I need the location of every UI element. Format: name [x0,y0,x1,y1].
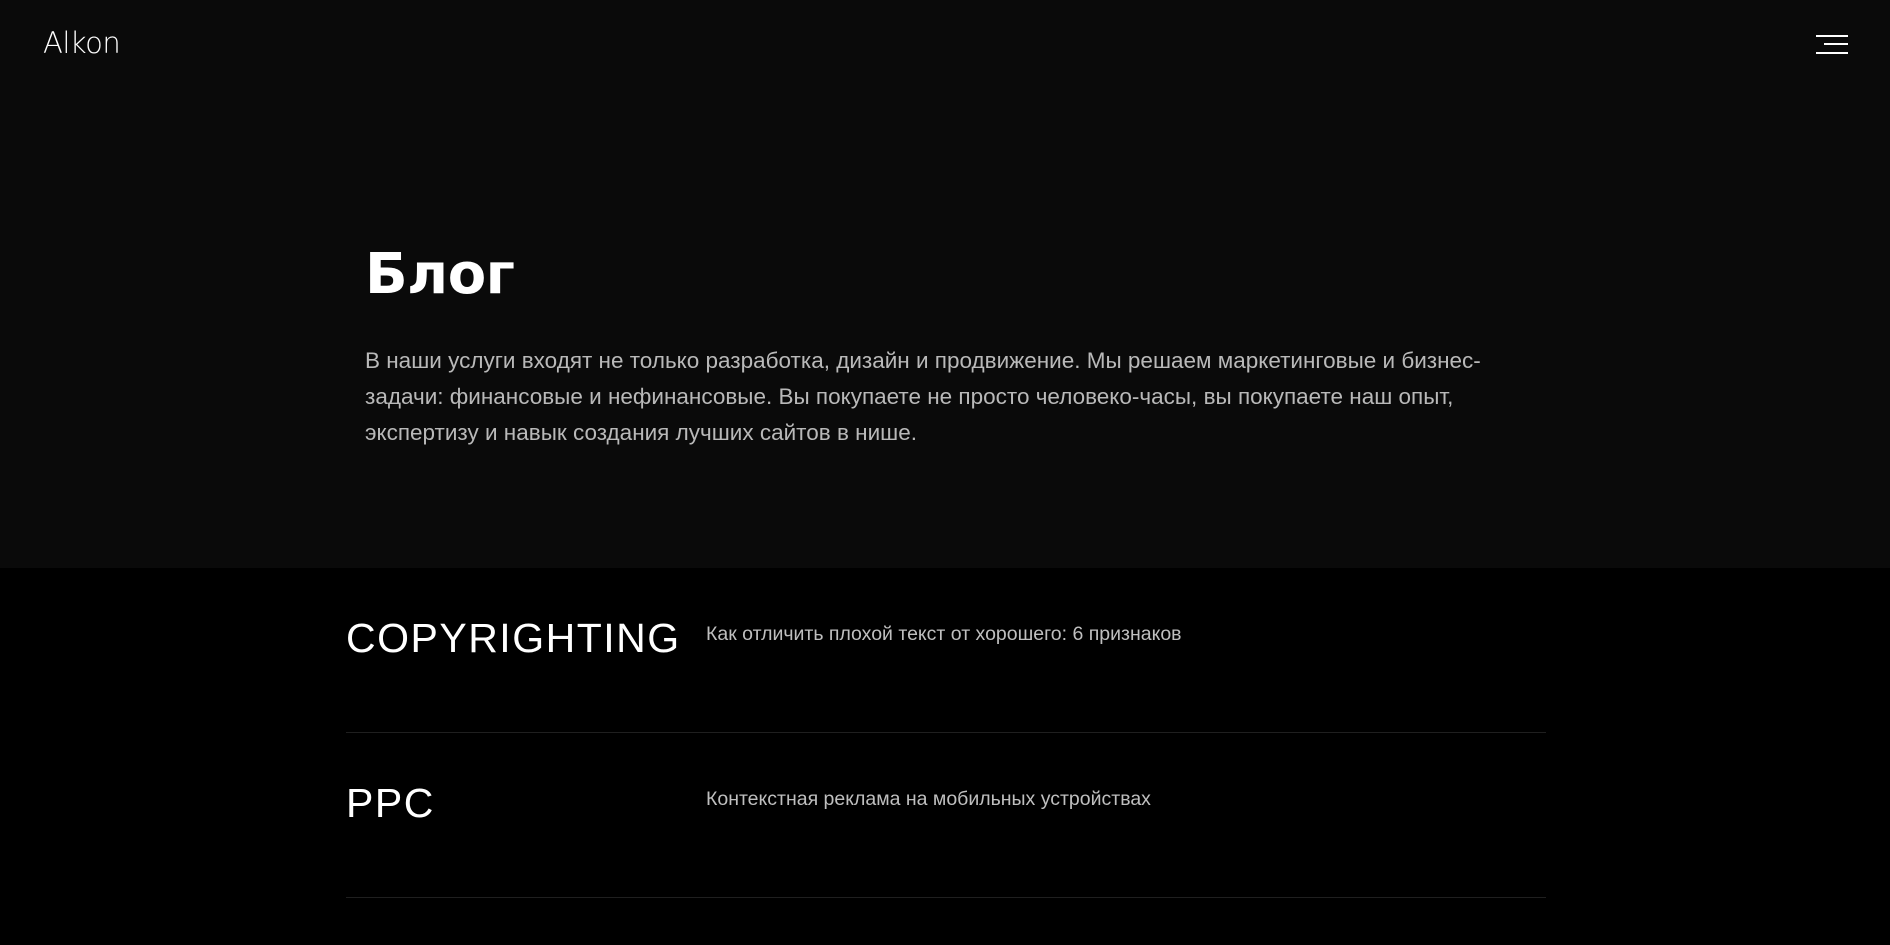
blog-post-row[interactable]: PPC Контекстная реклама на мобильных уст… [346,733,1546,898]
page-title: Блог [365,242,515,307]
menu-line [1824,43,1848,45]
hamburger-menu-icon[interactable] [1816,33,1848,57]
menu-line [1816,35,1848,37]
post-title-link[interactable]: Как отличить плохой текст от хорошего: 6… [706,621,1182,647]
site-header: Alkon [0,0,1890,90]
blog-post-row[interactable]: COPYRIGHTING Как отличить плохой текст о… [346,568,1546,733]
post-category[interactable]: COPYRIGHTING [346,614,681,662]
page-description: В наши услуги входят не только разработк… [365,348,1481,445]
blog-post-list: COPYRIGHTING Как отличить плохой текст о… [346,568,1546,898]
menu-line [1816,52,1848,54]
site-logo[interactable]: Alkon [43,26,121,60]
post-category[interactable]: PPC [346,779,435,827]
post-title-link[interactable]: Контекстная реклама на мобильных устройс… [706,786,1151,812]
